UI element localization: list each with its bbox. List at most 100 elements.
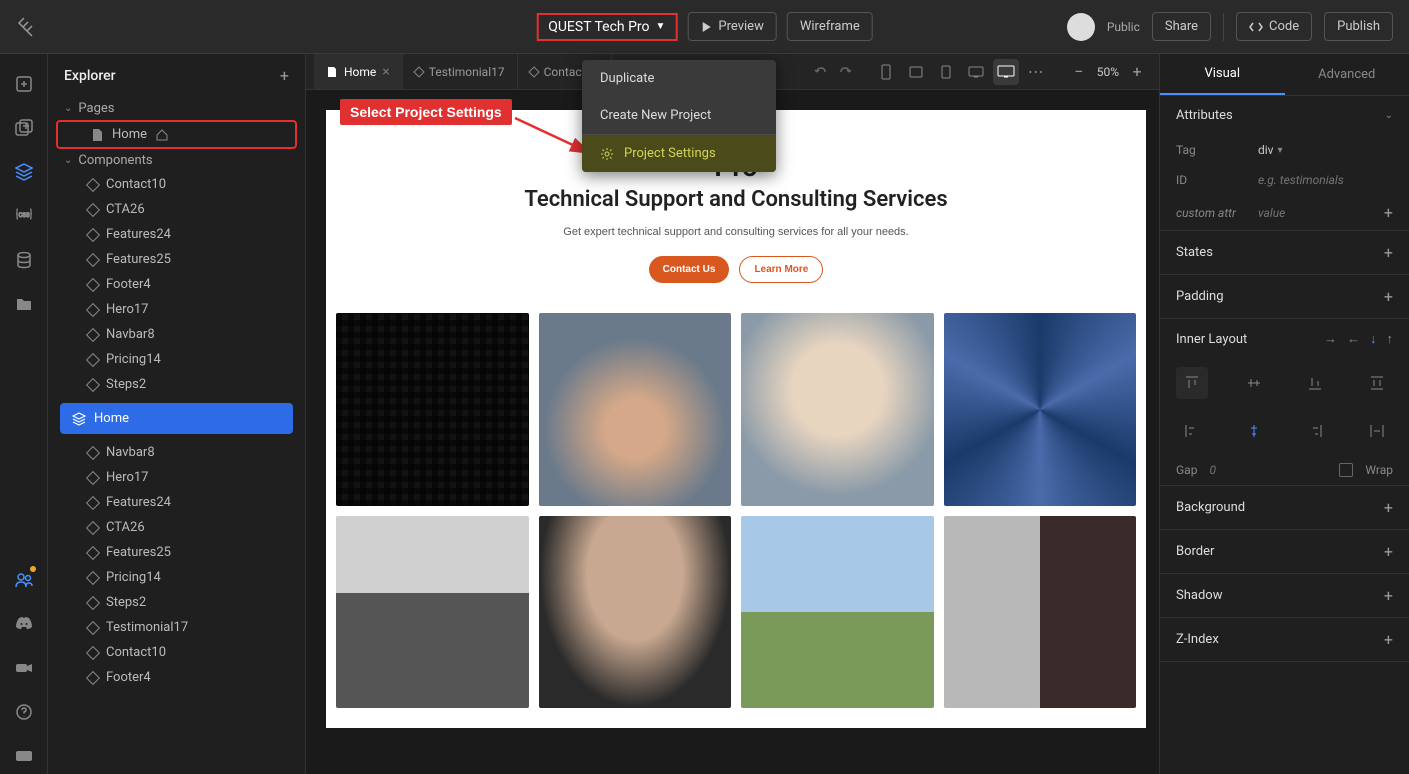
undo-icon[interactable] bbox=[813, 64, 829, 80]
add-zindex-button[interactable]: + bbox=[1384, 630, 1393, 649]
project-dropdown-menu: Duplicate Create New Project Project Set… bbox=[582, 60, 776, 172]
project-name-dropdown[interactable]: QUEST Tech Pro ▼ bbox=[536, 13, 677, 41]
component-item[interactable]: Features24 bbox=[56, 222, 297, 247]
dropdown-create-new[interactable]: Create New Project bbox=[582, 97, 776, 134]
add-component-icon[interactable] bbox=[6, 110, 42, 146]
attributes-header[interactable]: Attributes ⌄ bbox=[1160, 96, 1409, 135]
dropdown-duplicate[interactable]: Duplicate bbox=[582, 60, 776, 97]
code-button[interactable]: Code bbox=[1236, 12, 1312, 41]
folder-icon[interactable] bbox=[6, 286, 42, 322]
annotation-label: Select Project Settings bbox=[340, 99, 512, 125]
align-stretch-icon[interactable] bbox=[1361, 367, 1393, 399]
component-item[interactable]: Contact10 bbox=[56, 172, 297, 197]
gap-input[interactable] bbox=[1209, 463, 1249, 477]
learn-more-button[interactable]: Learn More bbox=[739, 256, 823, 283]
justify-center-icon[interactable] bbox=[1238, 415, 1270, 447]
outline-item[interactable]: Features25 bbox=[56, 540, 297, 565]
states-header[interactable]: States + bbox=[1160, 231, 1409, 274]
desktop-icon[interactable] bbox=[993, 59, 1019, 85]
avatar[interactable] bbox=[1067, 13, 1095, 41]
outline-item[interactable]: CTA26 bbox=[56, 515, 297, 540]
tab-advanced[interactable]: Advanced bbox=[1285, 54, 1409, 95]
arrow-left-icon[interactable]: ← bbox=[1347, 331, 1360, 347]
tab-visual[interactable]: Visual bbox=[1160, 54, 1285, 95]
preview-button[interactable]: Preview bbox=[687, 12, 776, 41]
more-icon[interactable]: ⋯ bbox=[1023, 59, 1049, 85]
page-item-home[interactable]: Home bbox=[56, 120, 297, 149]
arrow-down-icon[interactable]: ↓ bbox=[1370, 331, 1377, 347]
padding-header[interactable]: Padding + bbox=[1160, 275, 1409, 318]
add-shadow-button[interactable]: + bbox=[1384, 586, 1393, 605]
outline-item[interactable]: Testimonial17 bbox=[56, 615, 297, 640]
add-bg-button[interactable]: + bbox=[1384, 498, 1393, 517]
outline-header[interactable]: Home bbox=[60, 403, 293, 434]
outline-item[interactable]: Hero17 bbox=[56, 465, 297, 490]
align-top-icon[interactable] bbox=[1176, 367, 1208, 399]
id-input[interactable] bbox=[1258, 173, 1393, 187]
outline-item[interactable]: Navbar8 bbox=[56, 440, 297, 465]
add-padding-button[interactable]: + bbox=[1384, 287, 1393, 306]
contact-button[interactable]: Contact Us bbox=[649, 256, 730, 283]
layers-icon[interactable] bbox=[6, 154, 42, 190]
close-icon[interactable]: × bbox=[382, 64, 389, 80]
wireframe-button[interactable]: Wireframe bbox=[787, 12, 873, 41]
keyboard-icon[interactable] bbox=[6, 738, 42, 774]
outline-item[interactable]: Contact10 bbox=[56, 640, 297, 665]
tablet-icon[interactable] bbox=[903, 59, 929, 85]
arrow-up-icon[interactable]: ↑ bbox=[1387, 331, 1394, 347]
arrow-right-icon[interactable]: → bbox=[1324, 331, 1337, 347]
share-button[interactable]: Share bbox=[1152, 12, 1211, 41]
diamond-icon bbox=[86, 445, 100, 459]
page-preview[interactable]: Pro Technical Support and Consulting Ser… bbox=[326, 110, 1146, 728]
custom-attr-input[interactable] bbox=[1258, 206, 1372, 220]
database-icon[interactable] bbox=[6, 242, 42, 278]
css-icon[interactable]: CSS bbox=[6, 198, 42, 234]
zindex-header[interactable]: Z-Index + bbox=[1160, 618, 1409, 661]
outline-item[interactable]: Steps2 bbox=[56, 590, 297, 615]
dropdown-project-settings[interactable]: Project Settings bbox=[582, 135, 776, 172]
pages-section[interactable]: ⌄ Pages bbox=[56, 97, 297, 120]
component-item[interactable]: Navbar8 bbox=[56, 322, 297, 347]
align-middle-icon[interactable] bbox=[1238, 367, 1270, 399]
help-icon[interactable] bbox=[6, 694, 42, 730]
tag-dropdown[interactable]: div ▾ bbox=[1258, 143, 1283, 157]
border-header[interactable]: Border + bbox=[1160, 530, 1409, 573]
outline-item[interactable]: Footer4 bbox=[56, 665, 297, 690]
mobile-icon[interactable] bbox=[873, 59, 899, 85]
component-item[interactable]: CTA26 bbox=[56, 197, 297, 222]
video-icon[interactable] bbox=[6, 650, 42, 686]
diamond-icon bbox=[86, 202, 100, 216]
justify-end-icon[interactable] bbox=[1299, 415, 1331, 447]
desktop-small-icon[interactable] bbox=[963, 59, 989, 85]
outline-item[interactable]: Features24 bbox=[56, 490, 297, 515]
publish-button[interactable]: Publish bbox=[1324, 12, 1393, 41]
discord-icon[interactable] bbox=[6, 606, 42, 642]
components-section[interactable]: ⌄ Components bbox=[56, 149, 297, 172]
redo-icon[interactable] bbox=[837, 64, 853, 80]
tab-testimonial[interactable]: Testimonial17 bbox=[403, 54, 518, 89]
zoom-out-button[interactable]: − bbox=[1069, 62, 1089, 81]
component-item[interactable]: Footer4 bbox=[56, 272, 297, 297]
align-bottom-icon[interactable] bbox=[1299, 367, 1331, 399]
add-attr-button[interactable]: + bbox=[1384, 203, 1393, 222]
add-icon[interactable] bbox=[6, 66, 42, 102]
diamond-icon bbox=[413, 66, 424, 77]
users-icon[interactable] bbox=[6, 562, 42, 598]
zoom-in-button[interactable]: + bbox=[1127, 62, 1147, 81]
tablet-portrait-icon[interactable] bbox=[933, 59, 959, 85]
component-item[interactable]: Hero17 bbox=[56, 297, 297, 322]
background-header[interactable]: Background + bbox=[1160, 486, 1409, 529]
tab-home[interactable]: Home × bbox=[314, 54, 403, 89]
component-item[interactable]: Features25 bbox=[56, 247, 297, 272]
component-item[interactable]: Steps2 bbox=[56, 372, 297, 397]
add-border-button[interactable]: + bbox=[1384, 542, 1393, 561]
shadow-header[interactable]: Shadow + bbox=[1160, 574, 1409, 617]
justify-between-icon[interactable] bbox=[1361, 415, 1393, 447]
outline-item[interactable]: Pricing14 bbox=[56, 565, 297, 590]
add-state-button[interactable]: + bbox=[1384, 243, 1393, 262]
add-page-button[interactable]: + bbox=[280, 66, 289, 85]
zoom-level: 50% bbox=[1097, 65, 1119, 79]
wrap-checkbox[interactable] bbox=[1339, 463, 1353, 477]
justify-start-icon[interactable] bbox=[1176, 415, 1208, 447]
component-item[interactable]: Pricing14 bbox=[56, 347, 297, 372]
